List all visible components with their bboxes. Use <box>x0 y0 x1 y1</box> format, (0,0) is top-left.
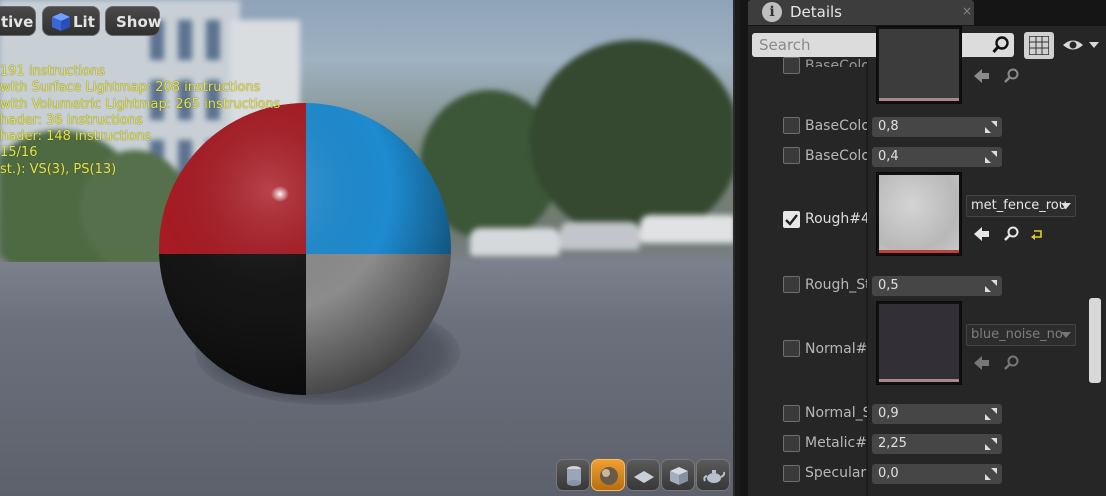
property-label: Specular <box>805 465 867 481</box>
property-label: Rough#4 <box>805 211 867 227</box>
texture-asset-dropdown[interactable]: met_fence_rou <box>966 195 1076 217</box>
reset-to-default-icon[interactable] <box>1031 229 1043 240</box>
preview-cylinder-button[interactable] <box>556 459 590 491</box>
property-list: BaseColo BaseColo 0,8 BaseColo 0,4 Rough… <box>748 26 1106 496</box>
preview-plane-button[interactable] <box>626 459 660 491</box>
grid-icon <box>1029 36 1049 55</box>
eye-icon[interactable] <box>1062 36 1102 54</box>
number-field[interactable]: 0,0 <box>872 464 1002 484</box>
info-icon: i <box>762 2 782 22</box>
details-body: Search BaseColo BaseColo 0,8 BaseColo 0,… <box>748 26 1106 496</box>
number-value: 0,4 <box>878 149 899 164</box>
details-tab-title: Details <box>790 3 843 21</box>
cube-icon <box>52 13 70 31</box>
stats-line: hader: 36 instructions <box>0 112 143 128</box>
cylinder-icon <box>567 466 581 486</box>
close-tab-button[interactable]: × <box>962 4 972 18</box>
asset-name: blue_noise_no <box>971 327 1063 342</box>
override-checkbox[interactable] <box>783 405 800 422</box>
override-checkbox[interactable] <box>783 117 800 134</box>
number-value: 2,25 <box>878 436 907 451</box>
stats-line: hader: 148 instructions <box>0 129 152 145</box>
number-value: 0,9 <box>878 406 899 421</box>
spin-arrows-icon <box>985 121 997 133</box>
search-placeholder: Search <box>759 36 811 54</box>
spin-arrows-icon <box>985 408 997 420</box>
use-selected-arrow-icon[interactable] <box>974 69 990 83</box>
preview-sphere-button[interactable] <box>591 459 625 491</box>
plane-icon <box>634 471 654 483</box>
details-panel: i Details × Search BaseColo BaseColo 0,8… <box>740 0 1106 496</box>
override-checkbox[interactable] <box>783 147 800 164</box>
checkmark-icon <box>785 214 798 226</box>
search-icon <box>992 36 1009 54</box>
override-checkbox[interactable] <box>783 435 800 452</box>
override-checkbox[interactable] <box>783 276 800 293</box>
spin-arrows-icon <box>985 438 997 450</box>
override-checkbox[interactable] <box>783 211 800 228</box>
stats-line: with Surface Lightmap: 208 instructions <box>0 80 261 96</box>
stats-line: st.): VS(3), PS(13) <box>0 161 117 177</box>
stats-line: 191 instructions <box>0 64 106 79</box>
sphere-icon <box>600 467 618 485</box>
stats-line: 15/16 <box>0 145 38 161</box>
use-selected-arrow-icon[interactable] <box>974 356 990 370</box>
property-label: BaseColo <box>805 58 867 67</box>
lit-view-mode-button[interactable]: Lit <box>42 6 100 36</box>
cube-icon <box>670 467 688 485</box>
spin-arrows-icon <box>985 468 997 480</box>
asset-name: met_fence_rou <box>971 198 1067 213</box>
stats-line: with Volumetric Lightmap: 265 instructio… <box>0 96 281 112</box>
teapot-icon <box>703 470 725 483</box>
show-button[interactable]: Show <box>105 6 162 36</box>
number-field[interactable]: 0,5 <box>872 276 1002 296</box>
property-label: Rough_St <box>805 277 867 293</box>
lit-label: Lit <box>73 13 95 31</box>
number-field[interactable]: 0,4 <box>872 147 1002 167</box>
property-label: Normal_S <box>805 405 867 421</box>
property-label: BaseColo <box>805 148 867 164</box>
texture-asset-dropdown[interactable]: blue_noise_no <box>966 324 1076 346</box>
material-preview-viewport[interactable]: tive Lit Show 191 instructions with Surf… <box>0 0 735 496</box>
browse-search-icon[interactable] <box>1004 68 1020 84</box>
texture-thumbnail[interactable] <box>876 172 962 256</box>
property-label: BaseColo <box>805 118 867 134</box>
number-field[interactable]: 2,25 <box>872 434 1002 454</box>
use-selected-arrow-icon[interactable] <box>974 227 990 241</box>
browse-search-icon[interactable] <box>1004 226 1020 242</box>
texture-thumbnail[interactable] <box>876 26 962 104</box>
perspective-button[interactable]: tive <box>0 6 36 36</box>
texture-thumbnail[interactable] <box>876 301 962 385</box>
number-value: 0,8 <box>878 119 899 134</box>
override-checkbox[interactable] <box>783 57 800 74</box>
property-label: Normal#4 <box>805 341 867 357</box>
number-value: 0,5 <box>878 278 899 293</box>
property-label: Metalic#4 <box>805 435 867 451</box>
shader-stats-overlay: 191 instructions with Surface Lightmap: … <box>0 64 280 178</box>
spin-arrows-icon <box>985 280 997 292</box>
browse-search-icon[interactable] <box>1004 355 1020 371</box>
chevron-down-icon <box>1061 203 1071 209</box>
number-field[interactable]: 0,9 <box>872 404 1002 424</box>
preview-cube-button[interactable] <box>661 459 695 491</box>
preview-teapot-button[interactable] <box>696 459 730 491</box>
chevron-down-icon <box>1061 332 1071 338</box>
spin-arrows-icon <box>985 151 997 163</box>
override-checkbox[interactable] <box>783 465 800 482</box>
number-value: 0,0 <box>878 466 899 481</box>
override-checkbox[interactable] <box>783 340 800 357</box>
property-matrix-button[interactable] <box>1024 32 1054 59</box>
number-field[interactable]: 0,8 <box>872 117 1002 137</box>
details-tab[interactable]: i Details × <box>748 0 974 25</box>
